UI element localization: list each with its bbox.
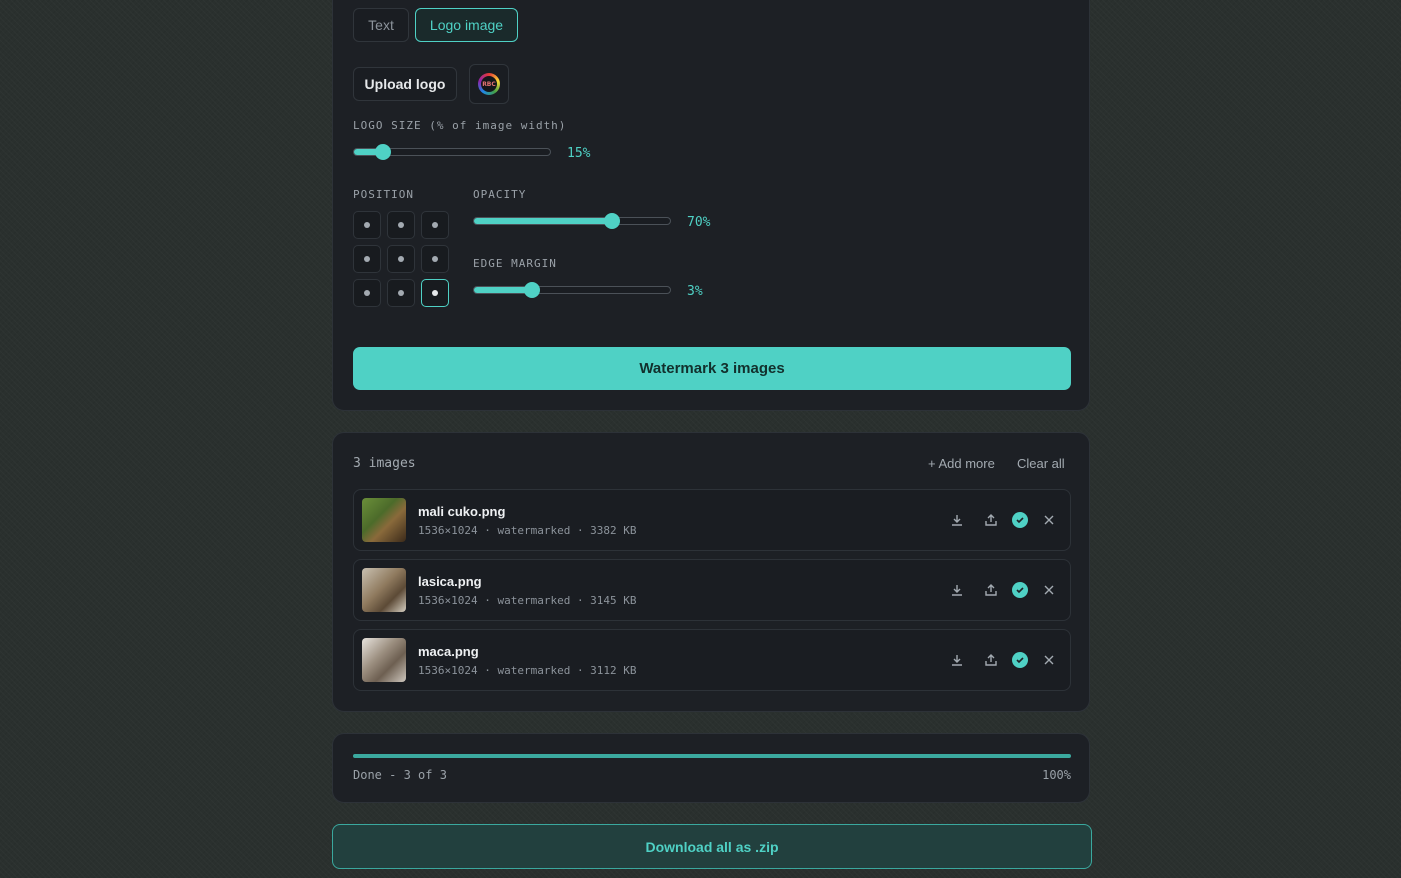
download-zip-button[interactable]: Download all as .zip <box>332 824 1092 869</box>
remove-icon[interactable] <box>1039 580 1059 600</box>
add-more-button[interactable]: + Add more <box>928 456 995 471</box>
image-filename: maca.png <box>418 644 479 659</box>
progress-bar <box>353 754 1071 758</box>
watermark-button[interactable]: Watermark 3 images <box>353 347 1071 390</box>
image-filename: lasica.png <box>418 574 482 589</box>
image-thumbnail <box>362 498 406 542</box>
share-icon[interactable] <box>981 580 1001 600</box>
position-top-left[interactable] <box>353 211 381 239</box>
download-icon[interactable] <box>947 580 967 600</box>
logo-preview[interactable]: RBC <box>469 64 509 104</box>
position-dot <box>398 222 404 228</box>
done-check-icon <box>1010 650 1030 670</box>
position-dot <box>432 290 438 296</box>
images-count: 3 images <box>353 456 416 471</box>
logo-size-label: LOGO SIZE (% of image width) <box>353 119 567 132</box>
progress-status: Done - 3 of 3 <box>353 768 447 782</box>
image-row: mali cuko.png 1536×1024 · watermarked · 3… <box>353 489 1071 551</box>
progress-fill <box>353 754 1071 758</box>
tab-text[interactable]: Text <box>353 8 409 42</box>
logo-size-value: 15% <box>567 146 591 161</box>
done-check-icon <box>1010 510 1030 530</box>
download-icon[interactable] <box>947 510 967 530</box>
position-dot <box>398 290 404 296</box>
position-dot <box>364 256 370 262</box>
upload-logo-button[interactable]: Upload logo <box>353 67 457 101</box>
share-icon[interactable] <box>981 650 1001 670</box>
image-meta: 1536×1024 · watermarked · 3382 KB <box>418 524 637 537</box>
position-dot <box>432 222 438 228</box>
logo-size-slider[interactable] <box>353 144 551 160</box>
opacity-thumb[interactable] <box>603 213 620 229</box>
position-dot <box>364 222 370 228</box>
clear-all-button[interactable]: Clear all <box>1017 456 1065 471</box>
position-bottom-center[interactable] <box>387 279 415 307</box>
progress-percent: 100% <box>1042 768 1071 782</box>
opacity-fill <box>474 218 613 224</box>
share-icon[interactable] <box>981 510 1001 530</box>
position-dot <box>432 256 438 262</box>
image-thumbnail <box>362 638 406 682</box>
done-check-icon <box>1010 580 1030 600</box>
remove-icon[interactable] <box>1039 510 1059 530</box>
tab-logo-image[interactable]: Logo image <box>415 8 518 42</box>
download-icon[interactable] <box>947 650 967 670</box>
image-row: lasica.png 1536×1024 · watermarked · 3145… <box>353 559 1071 621</box>
position-middle-right[interactable] <box>421 245 449 273</box>
remove-icon[interactable] <box>1039 650 1059 670</box>
position-bottom-right[interactable] <box>421 279 449 307</box>
position-dot <box>398 256 404 262</box>
position-bottom-left[interactable] <box>353 279 381 307</box>
edge-margin-thumb[interactable] <box>524 282 541 298</box>
opacity-slider[interactable] <box>473 213 671 229</box>
logo-image-icon: RBC <box>478 73 500 95</box>
opacity-value: 70% <box>687 215 711 230</box>
image-meta: 1536×1024 · watermarked · 3112 KB <box>418 664 637 677</box>
logo-thumb-text: RBC <box>481 76 497 92</box>
image-row: maca.png 1536×1024 · watermarked · 3112 K… <box>353 629 1071 691</box>
position-middle-left[interactable] <box>353 245 381 273</box>
position-top-right[interactable] <box>421 211 449 239</box>
edge-margin-slider[interactable] <box>473 282 671 298</box>
position-center[interactable] <box>387 245 415 273</box>
image-meta: 1536×1024 · watermarked · 3145 KB <box>418 594 637 607</box>
edge-margin-value: 3% <box>687 284 703 299</box>
opacity-label: OPACITY <box>473 188 527 201</box>
image-filename: mali cuko.png <box>418 504 506 519</box>
position-label: POSITION <box>353 188 414 201</box>
position-top-center[interactable] <box>387 211 415 239</box>
logo-size-thumb[interactable] <box>374 144 391 160</box>
edge-margin-label: EDGE MARGIN <box>473 257 557 270</box>
position-dot <box>364 290 370 296</box>
image-thumbnail <box>362 568 406 612</box>
